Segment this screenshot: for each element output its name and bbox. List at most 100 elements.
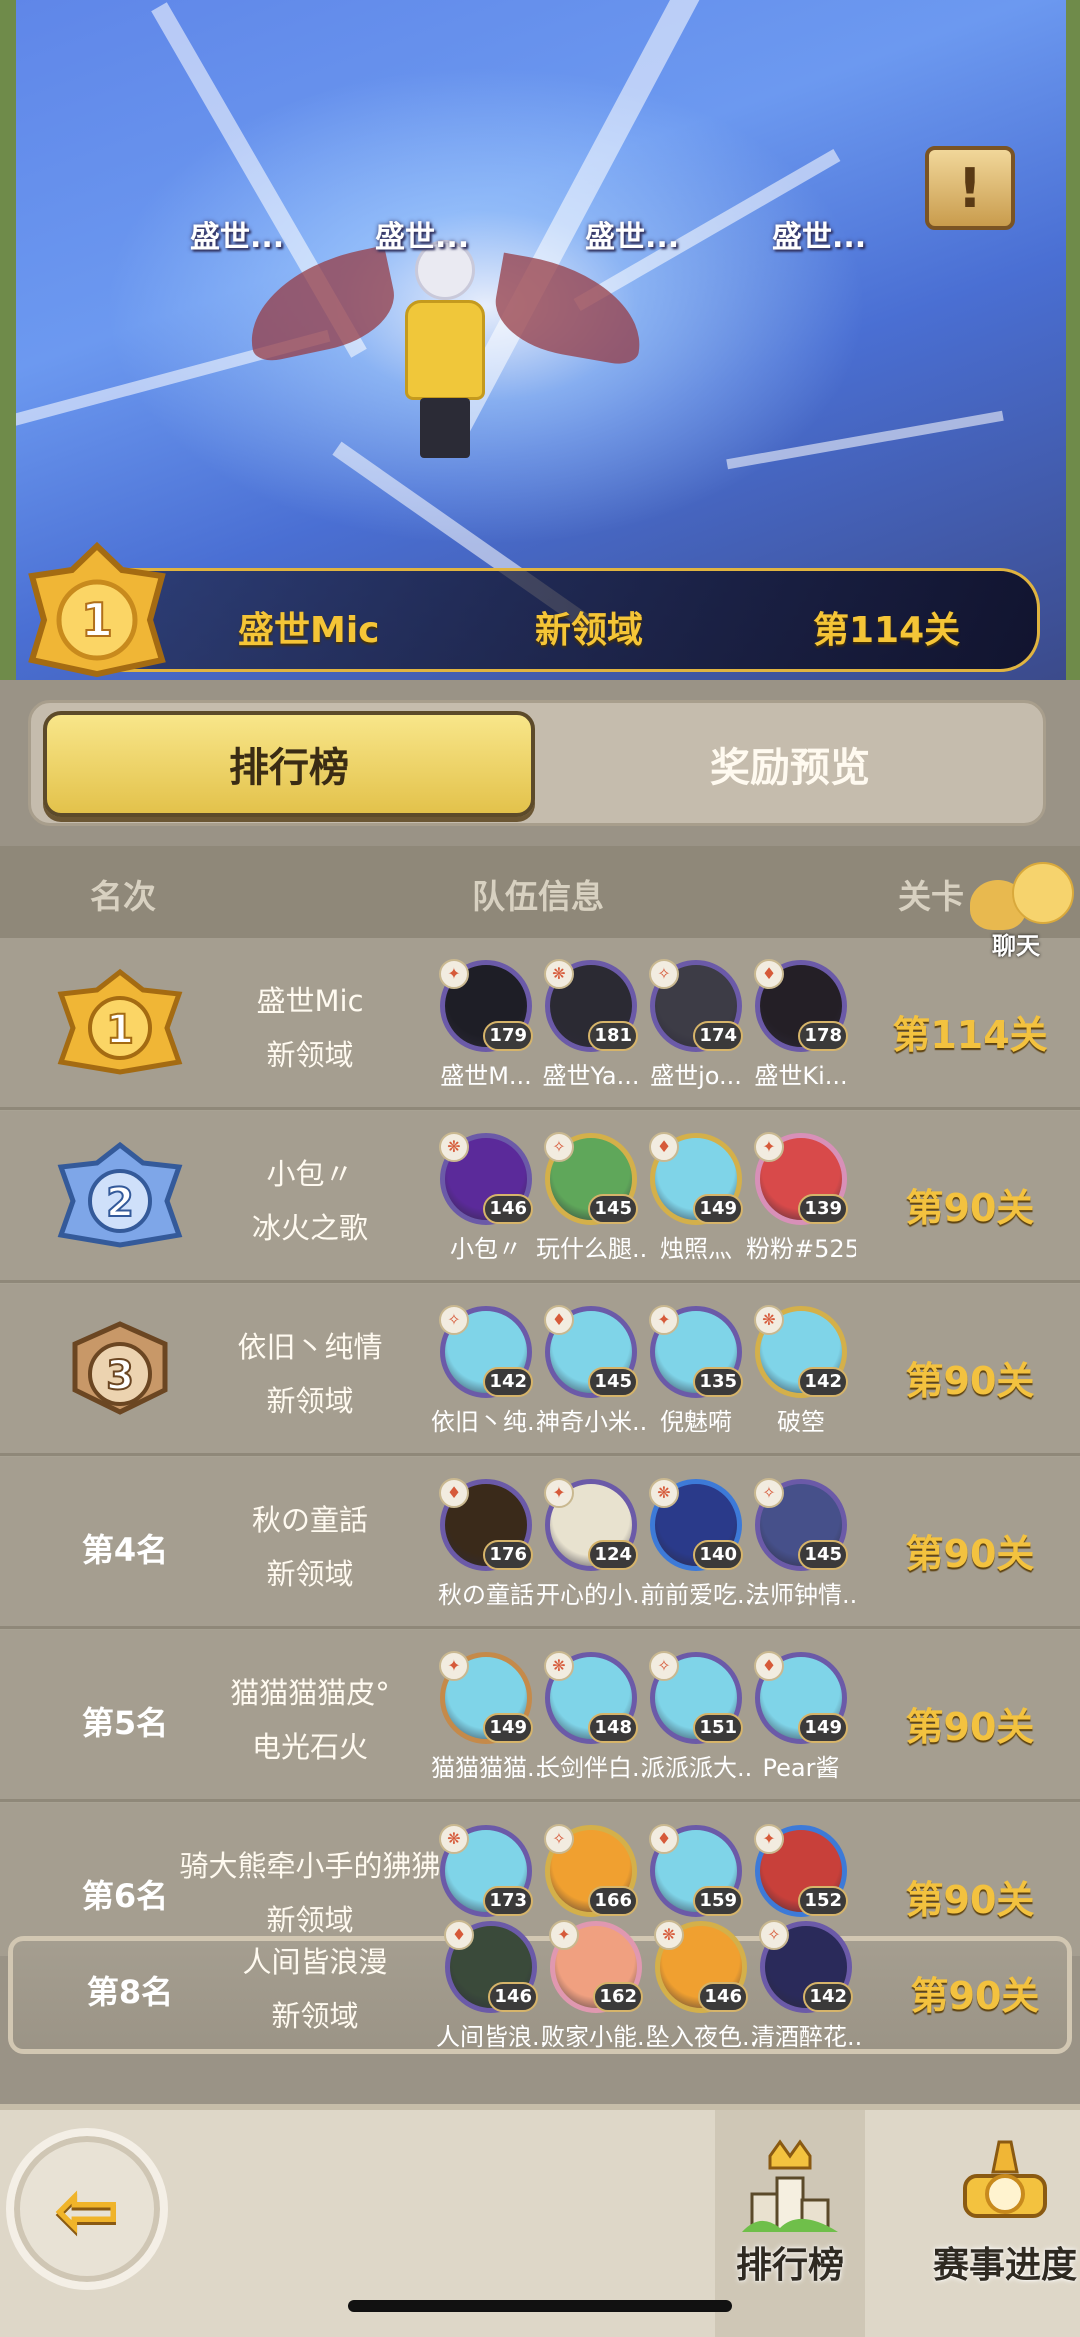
element-icon: ♦ [754,959,784,989]
element-icon: ❋ [754,1305,784,1335]
member-avatar[interactable]: ✧ 142 [759,1920,853,2013]
member-avatar[interactable]: ✧ 145 [754,1478,848,1571]
player-tag: 盛世... [375,220,470,255]
member-level-badge: 145 [588,1194,638,1224]
member-avatar[interactable]: ✧ 174 [649,959,743,1052]
member-level-badge: 179 [483,1021,533,1051]
leaderboard-row[interactable]: 3 依旧丶纯情 新领域 ✧ 142 依旧丶纯... ♦ 145 神奇小米... ✦ 135 倪魅嗬 ❋ 1… [0,1284,1080,1456]
member-avatar[interactable]: ♦ 146 [444,1920,538,2013]
element-icon: ❋ [439,1824,469,1854]
top-team-name: 新领域 [535,610,644,651]
element-icon: ✦ [439,1651,469,1681]
player-tag: 盛世... [585,220,680,255]
tab-ranking[interactable]: 排行榜 [43,711,535,817]
member-name: 盛世Ki... [754,1062,848,1090]
member-name: 坠入夜色... [646,2023,756,2051]
leaderboard: 名次 队伍信息 关卡 1 盛世Mic 新领域 ✦ 179 盛世M... ❋ 181 盛世Ya..… [0,846,1080,1956]
team-level: 第90关 [905,1186,1035,1230]
member-level-badge: 178 [798,1021,848,1051]
team-name: 新领域 [266,1557,354,1591]
member-level-badge: 181 [588,1021,638,1051]
team-captain-name: 猫猫猫猫皮° [230,1676,390,1710]
member-avatar[interactable]: ♦ 149 [754,1651,848,1744]
team-captain-name: 小包〃 [266,1157,354,1191]
nav-ranking[interactable]: 排行榜 [715,2110,865,2337]
member-level-badge: 174 [693,1021,743,1051]
member-avatar[interactable]: ❋ 146 [439,1132,533,1225]
header-level: 关卡 [898,877,964,916]
member-name: 盛世jo... [650,1062,742,1090]
header-rank: 名次 [90,877,156,916]
element-icon: ✧ [759,1920,789,1950]
member-name: 人间皆浪... [436,2023,546,2051]
element-icon: ♦ [649,1824,679,1854]
member-avatar[interactable]: ✧ 151 [649,1651,743,1744]
rank-label: 第8名 [86,1973,174,2011]
member-avatar[interactable]: ❋ 146 [654,1920,748,2013]
team-level: 第90关 [905,1532,1035,1576]
chat-button[interactable]: 聊天 [970,862,1080,962]
member-avatar[interactable]: ♦ 176 [439,1478,533,1571]
element-icon: ❋ [439,1132,469,1162]
member-level-badge: 142 [483,1367,533,1397]
member-level-badge: 142 [798,1367,848,1397]
member-name: 神奇小米... [536,1408,646,1436]
leaderboard-row[interactable]: 2 小包〃 冰火之歌 ❋ 146 小包〃 ✧ 145 玩什么腿... ♦ 149 烛照灬 ✦ 139 粉粉#… [0,1111,1080,1283]
member-avatar[interactable]: ❋ 148 [544,1651,638,1744]
team-name: 新领域 [271,1999,359,2033]
member-level-badge: 145 [798,1540,848,1570]
member-name: 长剑伴白... [536,1754,646,1782]
element-icon: ❋ [544,1651,574,1681]
table-header: 名次 队伍信息 关卡 [0,846,1080,938]
leaderboard-row[interactable]: 第4名 秋の童話 新领域 ♦ 176 秋の童話 ✦ 124 开心的小... ❋ 140 前前爱吃...… [0,1457,1080,1629]
exclamation-scroll-icon[interactable]: ! [925,146,1015,230]
element-icon: ♦ [544,1305,574,1335]
member-level-badge: 146 [698,1982,748,2012]
element-icon: ✦ [439,959,469,989]
svg-text:3: 3 [106,1353,134,1399]
member-avatar[interactable]: ✦ 162 [549,1920,643,2013]
member-avatar[interactable]: ✧ 145 [544,1132,638,1225]
element-icon: ✧ [649,959,679,989]
team-name: 电光石火 [251,1730,368,1764]
member-avatar[interactable]: ❋ 181 [544,959,638,1052]
element-icon: ♦ [444,1920,474,1950]
element-icon: ✦ [754,1132,784,1162]
member-avatar[interactable]: ♦ 149 [649,1132,743,1225]
member-avatar[interactable]: ✦ 124 [544,1478,638,1571]
member-level-badge: 135 [693,1367,743,1397]
member-avatar[interactable]: ♦ 178 [754,959,848,1052]
svg-text:2: 2 [106,1180,134,1226]
player-tag: 盛世... [190,220,285,255]
member-avatar[interactable]: ❋ 140 [649,1478,743,1571]
leaderboard-row[interactable]: 1 盛世Mic 新领域 ✦ 179 盛世M... ❋ 181 盛世Ya... ✧ 174 盛世jo..… [0,938,1080,1110]
back-button[interactable]: ⇦ [6,2128,168,2290]
top-player-bar: 盛世Mic 新领域 第114关 [120,568,1040,672]
member-avatar[interactable]: ✧ 142 [439,1305,533,1398]
element-icon: ❋ [544,959,574,989]
member-avatar[interactable]: ❋ 142 [754,1305,848,1398]
member-name: 秋の童話 [438,1581,534,1609]
leaderboard-row[interactable]: 第5名 猫猫猫猫皮° 电光石火 ✦ 149 猫猫猫猫... ❋ 148 长剑伴白... ✧ 151 派… [0,1630,1080,1802]
member-level-badge: 162 [593,1982,643,2012]
member-avatar[interactable]: ✦ 135 [649,1305,743,1398]
member-name: 倪魅嗬 [660,1408,732,1436]
member-name: 派派派大... [641,1754,751,1782]
medal-progress-icon [963,2140,1047,2218]
element-icon: ✧ [439,1305,469,1335]
member-level-badge: 142 [803,1982,853,2012]
nav-progress-label: 赛事进度 [932,2245,1077,2286]
member-avatar[interactable]: ✦ 179 [439,959,533,1052]
member-level-badge: 145 [588,1367,638,1397]
member-avatar[interactable]: ✦ 139 [754,1132,848,1225]
element-icon: ✦ [549,1920,579,1950]
nav-event-progress[interactable]: 赛事进度 [930,2110,1080,2337]
member-avatar[interactable]: ♦ 145 [544,1305,638,1398]
member-level-badge: 176 [483,1540,533,1570]
tab-reward-preview[interactable]: 奖励预览 [551,711,1029,817]
smiley-icon [1012,862,1074,924]
own-team-row[interactable]: 第8名 人间皆浪漫 新领域 ♦ 146 人间皆浪... ✦ 162 败家小能... ❋ 146 坠入夜… [8,1920,1072,2054]
team-captain-name: 依旧丶纯情 [237,1330,383,1364]
player-tag: 盛世... [772,220,867,255]
member-avatar[interactable]: ✦ 149 [439,1651,533,1744]
